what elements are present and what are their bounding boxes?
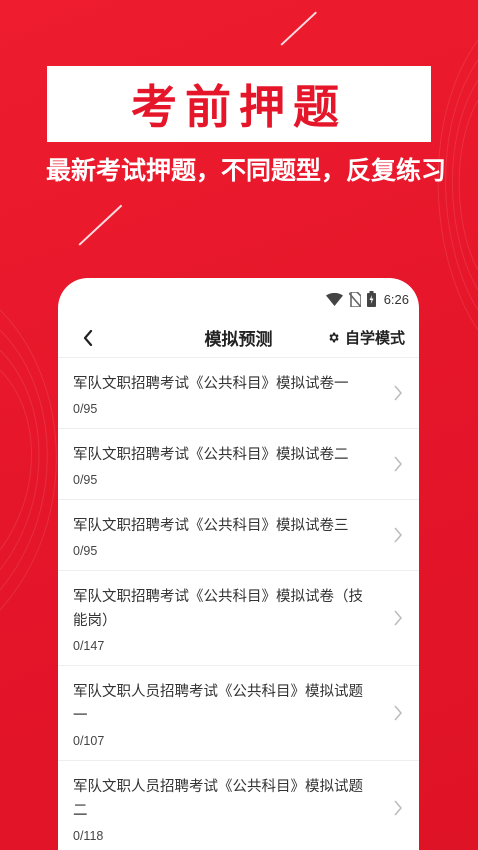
paper-list-item[interactable]: 军队文职招聘考试《公共科目》模拟试卷三 0/95 (58, 500, 419, 571)
phone-screen: 6:26 模拟预测 自学模式 军队文职招聘考试《公共科目》模拟试卷一 0/95 … (58, 278, 419, 850)
paper-progress: 0/107 (73, 734, 105, 748)
paper-list-item[interactable]: 军队文职招聘考试《公共科目》模拟试卷（技能岗） 0/147 (58, 571, 419, 666)
battery-charging-icon (366, 291, 376, 307)
back-chevron-icon (83, 330, 93, 346)
paper-title: 军队文职招聘考试《公共科目》模拟试卷（技能岗） (73, 589, 363, 629)
no-sim-icon (348, 291, 361, 307)
promo-subtitle: 最新考试押题，不同题型，反复练习 (46, 156, 447, 185)
decoration-slash (78, 204, 122, 246)
paper-title: 军队文职人员招聘考试《公共科目》模拟试题一 (73, 684, 363, 724)
paper-title: 军队文职人员招聘考试《公共科目》模拟试题二 (73, 779, 363, 819)
paper-title: 军队文职招聘考试《公共科目》模拟试卷三 (73, 518, 349, 534)
paper-list-item[interactable]: 军队文职招聘考试《公共科目》模拟试卷一 0/95 (58, 358, 419, 429)
nav-bar: 模拟预测 自学模式 (58, 318, 419, 358)
paper-list-item[interactable]: 军队文职人员招聘考试《公共科目》模拟试题二 0/118 (58, 761, 419, 850)
paper-progress: 0/147 (73, 639, 105, 653)
chevron-right-icon (394, 610, 402, 626)
decoration-slash (280, 11, 317, 46)
chevron-right-icon (394, 385, 402, 401)
promo-banner: 考前押题 (47, 66, 431, 142)
paper-progress: 0/118 (73, 829, 104, 843)
paper-progress: 0/95 (73, 402, 98, 416)
promo-title: 考前押题 (131, 80, 347, 134)
status-bar: 6:26 (58, 278, 419, 318)
self-study-mode-button[interactable]: 自学模式 (327, 327, 405, 348)
wifi-icon (325, 292, 343, 306)
chevron-right-icon (394, 456, 402, 472)
chevron-right-icon (394, 527, 402, 543)
paper-title: 军队文职招聘考试《公共科目》模拟试卷一 (73, 376, 349, 392)
chevron-right-icon (394, 705, 402, 721)
paper-progress: 0/95 (73, 473, 98, 487)
paper-progress: 0/95 (73, 544, 98, 558)
paper-list: 军队文职招聘考试《公共科目》模拟试卷一 0/95 军队文职招聘考试《公共科目》模… (58, 358, 419, 850)
page-title: 模拟预测 (204, 330, 273, 350)
paper-list-item[interactable]: 军队文职招聘考试《公共科目》模拟试卷二 0/95 (58, 429, 419, 500)
status-time: 6:26 (383, 291, 409, 307)
paper-title: 军队文职招聘考试《公共科目》模拟试卷二 (73, 447, 349, 463)
gear-icon (329, 332, 339, 343)
back-button[interactable] (76, 326, 100, 350)
paper-list-item[interactable]: 军队文职人员招聘考试《公共科目》模拟试题一 0/107 (58, 666, 419, 761)
chevron-right-icon (394, 800, 402, 816)
self-study-mode-label: 自学模式 (344, 329, 405, 347)
